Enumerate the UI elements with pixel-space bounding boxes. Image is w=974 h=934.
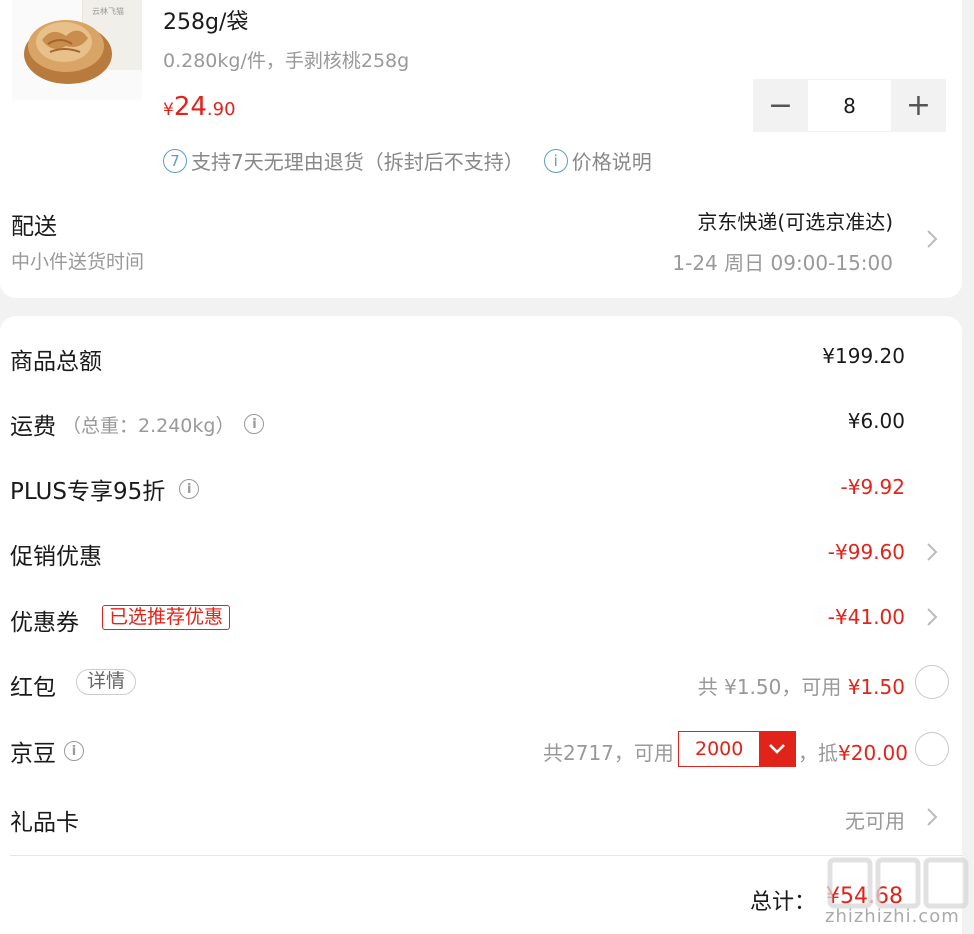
shipping-label: 运费 <box>10 414 56 440</box>
delivery-label: 配送 <box>11 214 57 240</box>
chevron-down-icon[interactable] <box>759 732 795 766</box>
giftcard-value[interactable]: 无可用 <box>845 805 905 834</box>
jingdou-select[interactable]: 2000 <box>678 731 796 767</box>
watermark-text: zhizhizhi.com <box>825 906 960 927</box>
redpacket-text: 共 ¥1.50，可用 <box>697 675 848 699</box>
price-currency: ¥ <box>163 100 174 120</box>
chevron-right-icon[interactable] <box>925 541 939 563</box>
quantity-input[interactable]: 8 <box>808 79 891 132</box>
info-icon: i <box>543 148 568 173</box>
goods-total-label: 商品总额 <box>10 349 102 375</box>
promo-value[interactable]: -¥99.60 <box>828 540 905 564</box>
plus-value: -¥9.92 <box>840 475 905 499</box>
goods-total-value: ¥199.20 <box>822 344 905 368</box>
info-icon[interactable]: i <box>64 741 84 761</box>
jingdou-row: 京豆 i <box>10 734 84 768</box>
promo-label: 促销优惠 <box>10 544 102 570</box>
jingdou-radio[interactable] <box>915 732 949 766</box>
jingdou-deduct: ，抵¥20.00 <box>798 737 908 766</box>
giftcard-label: 礼品卡 <box>10 810 79 836</box>
price-decimal: .90 <box>206 99 236 120</box>
redpacket-value: ¥1.50 <box>847 675 905 699</box>
chevron-right-icon[interactable] <box>925 806 939 828</box>
seven-day-icon: 7 <box>163 148 187 173</box>
return-policy: 7 支持7天无理由退货（拆封后不支持） i 价格说明 <box>163 146 652 175</box>
jingdou-selected-value: 2000 <box>695 738 744 760</box>
info-icon[interactable]: i <box>179 479 200 499</box>
delivery-sub: 中小件送货时间 <box>11 251 145 273</box>
walnut-icon <box>24 20 112 84</box>
decrease-button[interactable]: − <box>753 79 808 132</box>
product-spec: 0.280kg/件，手剥核桃258g <box>163 50 410 72</box>
shipping-value: ¥6.00 <box>847 409 905 433</box>
coupon-value[interactable]: -¥41.00 <box>828 605 905 629</box>
shipping-row: 运费 （总重：2.240kg） i <box>10 407 265 441</box>
coupon-tag: 已选推荐优惠 <box>102 605 231 630</box>
chevron-right-icon[interactable] <box>925 606 939 628</box>
total-label: 总计： <box>750 890 817 915</box>
product-price: ¥24.90 <box>163 92 236 122</box>
redpacket-radio[interactable] <box>915 665 949 699</box>
redpacket-label: 红包 <box>10 675 56 701</box>
jingdou-label: 京豆 <box>10 741 56 767</box>
jingdou-deduct-text: ，抵 <box>798 741 838 765</box>
return-policy-text: 支持7天无理由退货（拆封后不支持） <box>191 150 524 174</box>
increase-button[interactable]: + <box>891 79 946 132</box>
jingdou-value: ¥20.00 <box>838 741 908 765</box>
price-info-link[interactable]: i 价格说明 <box>543 146 652 175</box>
plus-row: PLUS专享95折 i <box>10 472 200 506</box>
price-info-text: 价格说明 <box>571 150 652 174</box>
product-image[interactable]: 云林飞猫 <box>12 0 142 100</box>
quantity-stepper: − 8 + <box>753 79 946 132</box>
delivery-method[interactable]: 京东快递(可选京准达) <box>697 206 893 235</box>
shipping-weight: （总重：2.240kg） <box>62 414 235 437</box>
redpacket-detail-button[interactable]: 详情 <box>76 669 137 695</box>
coupon-label: 优惠券 <box>10 610 79 636</box>
redpacket-info: 共 ¥1.50，可用 ¥1.50 <box>698 671 905 700</box>
jingdou-text: 共2717，可用 <box>543 741 674 765</box>
chevron-right-icon[interactable] <box>925 228 939 250</box>
product-card: 云林飞猫 258g/袋 0.280kg/件，手剥核桃258g ¥24.90 − … <box>0 0 962 298</box>
price-integer: 24 <box>173 92 207 122</box>
plus-label: PLUS专享95折 <box>10 479 166 505</box>
info-icon[interactable]: i <box>244 414 265 434</box>
product-title: 258g/袋 <box>163 10 249 35</box>
delivery-time[interactable]: 1-24 周日 09:00-15:00 <box>672 247 893 276</box>
